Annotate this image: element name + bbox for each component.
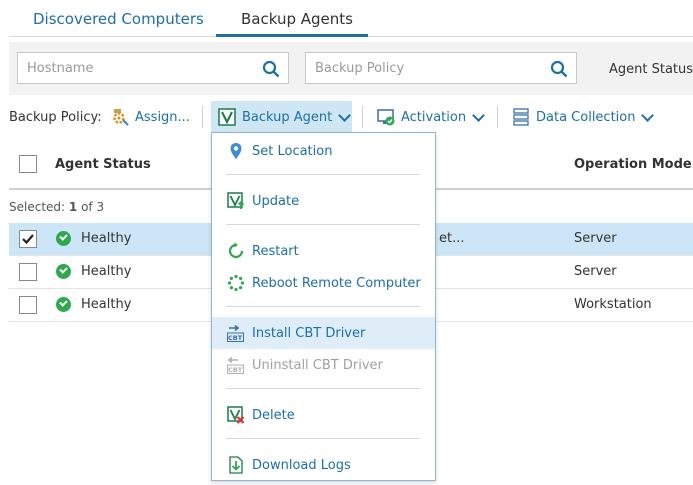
- operation-mode-cell: Workstation: [574, 297, 652, 312]
- checkmark-icon: [22, 234, 34, 245]
- menu-item-update[interactable]: Update: [212, 185, 435, 217]
- operation-mode-cell: Server: [574, 231, 617, 246]
- selected-prefix: Selected:: [9, 200, 66, 214]
- activation-icon: [377, 109, 395, 126]
- menu-divider: [226, 388, 420, 389]
- cbt-install-icon: CBT: [227, 324, 244, 342]
- search-icon[interactable]: [550, 60, 568, 78]
- agent-update-icon: [227, 192, 245, 209]
- search-icon[interactable]: [262, 60, 280, 78]
- menu-item-download-logs[interactable]: Download Logs: [212, 449, 435, 481]
- menu-item-label: Uninstall CBT Driver: [252, 358, 383, 373]
- menu-item-reboot-remote-computer[interactable]: Reboot Remote Computer: [212, 267, 435, 299]
- menu-item-install-cbt-driver[interactable]: CBT Install CBT Driver: [212, 317, 435, 349]
- data-collection-icon: [513, 108, 529, 126]
- column-header-operation-mode[interactable]: Operation Mode: [574, 157, 692, 172]
- menu-divider: [226, 438, 420, 439]
- row-checkbox[interactable]: [19, 296, 37, 314]
- menu-item-label: Download Logs: [252, 458, 351, 473]
- data-collection-label: Data Collection: [536, 109, 636, 125]
- backup-policy-search-input[interactable]: [306, 53, 515, 83]
- backup-agent-dropdown-menu: Set Location Update Restart Reboot Remot…: [211, 132, 436, 481]
- backup-policy-label: Backup Policy:: [9, 110, 102, 125]
- selection-summary: Selected: 1 of 3: [9, 200, 104, 214]
- menu-item-label: Delete: [252, 408, 295, 423]
- agent-status-filter-label: Agent Status:: [609, 62, 693, 77]
- selected-count: 1: [68, 200, 78, 214]
- menu-item-delete[interactable]: Delete: [212, 399, 435, 431]
- agent-status-cell: Healthy: [81, 297, 132, 312]
- active-tab-indicator: [216, 34, 368, 37]
- menu-item-uninstall-cbt-driver: CBT Uninstall CBT Driver: [212, 349, 435, 381]
- row-checkbox[interactable]: [19, 263, 37, 281]
- operation-mode-cell: Server: [574, 264, 617, 279]
- row-checkbox[interactable]: [19, 230, 37, 248]
- menu-item-label: Install CBT Driver: [252, 326, 366, 341]
- agent-status-cell: Healthy: [81, 231, 132, 246]
- toolbar-divider: [362, 106, 363, 128]
- download-logs-icon: [229, 456, 243, 474]
- menu-item-restart[interactable]: Restart: [212, 235, 435, 267]
- assign-policy-button[interactable]: Assign...: [111, 104, 190, 130]
- agent-status-cell: Healthy: [81, 264, 132, 279]
- menu-item-label: Update: [252, 194, 300, 209]
- chevron-down-icon: [338, 108, 352, 122]
- selected-total: of 3: [81, 200, 105, 214]
- healthy-status-icon: [56, 231, 71, 246]
- cbt-uninstall-icon: CBT: [227, 356, 244, 374]
- menu-item-label: Set Location: [252, 144, 333, 159]
- policy-search-box: [305, 52, 577, 84]
- data-collection-menu-button[interactable]: Data Collection: [512, 104, 655, 130]
- svg-text:CBT: CBT: [228, 334, 243, 342]
- assign-label: Assign...: [135, 109, 190, 125]
- hostname-search-box: [17, 52, 289, 84]
- menu-item-label: Reboot Remote Computer: [252, 276, 421, 291]
- menu-divider: [226, 224, 420, 225]
- restart-icon: [228, 242, 244, 259]
- healthy-status-icon: [56, 264, 71, 279]
- svg-text:CBT: CBT: [228, 366, 243, 374]
- backup-agent-label: Backup Agent: [242, 109, 333, 125]
- reboot-spinner-icon: [227, 274, 245, 292]
- healthy-status-icon: [56, 297, 71, 312]
- menu-item-set-location[interactable]: Set Location: [212, 135, 435, 167]
- menu-divider: [226, 306, 420, 307]
- backup-agent-icon: [218, 108, 236, 126]
- toolbar-divider: [202, 106, 203, 128]
- hidden-column-cell: et...: [439, 231, 465, 246]
- tab-discovered-computers[interactable]: Discovered Computers: [33, 10, 204, 28]
- select-all-checkbox[interactable]: [19, 155, 37, 173]
- agent-delete-icon: [227, 406, 245, 424]
- hostname-search-input[interactable]: [18, 53, 227, 83]
- menu-divider: [226, 174, 420, 175]
- activation-menu-button[interactable]: Activation: [377, 104, 485, 130]
- backup-agent-menu-button[interactable]: Backup Agent: [218, 104, 352, 130]
- chevron-down-icon: [472, 108, 485, 122]
- activation-label: Activation: [401, 109, 467, 125]
- column-header-agent-status[interactable]: Agent Status: [55, 157, 151, 172]
- assign-policy-icon: [113, 109, 129, 126]
- toolbar-divider: [497, 106, 498, 128]
- menu-item-label: Restart: [252, 244, 299, 259]
- chevron-down-icon: [641, 108, 655, 122]
- location-pin-icon: [230, 143, 242, 159]
- tab-backup-agents[interactable]: Backup Agents: [241, 10, 353, 28]
